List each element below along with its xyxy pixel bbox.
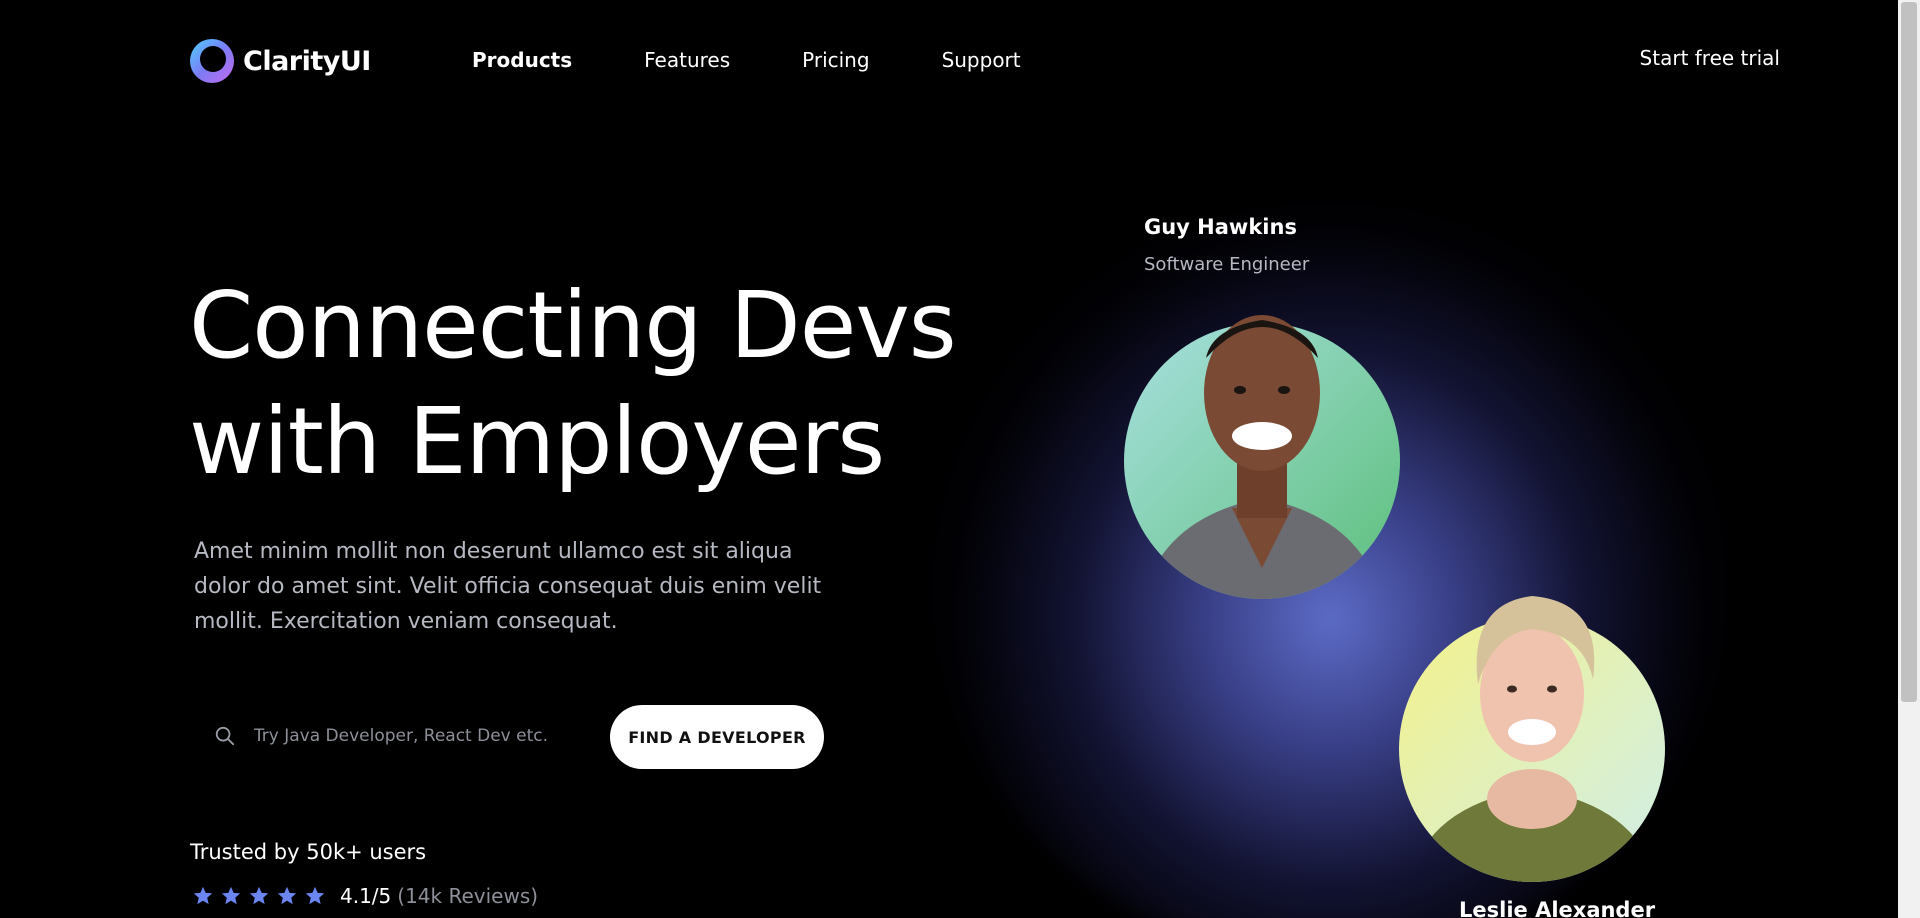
scrollbar-thumb[interactable]	[1901, 2, 1917, 702]
person-name: Guy Hawkins	[1144, 215, 1297, 239]
search-input[interactable]	[251, 725, 594, 747]
brand-name: ClarityUI	[243, 45, 371, 77]
hero-title: Connecting Devs with Employers	[189, 268, 989, 500]
avatar-leslie-alexander	[1399, 596, 1665, 882]
star-icon	[221, 886, 241, 905]
rating-value: 4.1/5	[340, 884, 392, 908]
search-icon	[215, 726, 235, 746]
star-icon	[193, 886, 213, 905]
avatar-guy-hawkins	[1124, 315, 1400, 599]
nav-link-features[interactable]: Features	[644, 48, 730, 72]
star-icon	[249, 886, 269, 905]
hero-title-line2: with Employers	[189, 388, 885, 495]
page-scrollbar[interactable]	[1898, 0, 1920, 918]
rating-reviews: (14k Reviews)	[397, 884, 539, 908]
landing-page: ClarityUI Products Features Pricing Supp…	[0, 0, 1920, 918]
star-icon	[277, 886, 297, 905]
rating: 4.1/5 (14k Reviews)	[192, 884, 538, 908]
developer-search	[194, 706, 594, 766]
start-free-trial-link[interactable]: Start free trial	[1640, 46, 1780, 70]
nav-link-products[interactable]: Products	[472, 48, 572, 72]
top-navigation: ClarityUI Products Features Pricing Supp…	[0, 0, 1898, 124]
star-icon	[305, 886, 325, 905]
clarityui-logo-icon	[190, 39, 234, 83]
nav-links: Products Features Pricing Support	[472, 48, 1093, 72]
hero-title-line1: Connecting Devs	[189, 272, 957, 379]
trusted-text: Trusted by 50k+ users	[190, 840, 427, 864]
hero-description: Amet minim mollit non deserunt ullamco e…	[194, 539, 822, 634]
find-developer-button[interactable]: FIND A DEVELOPER	[610, 705, 824, 769]
person-role: Software Engineer	[1144, 254, 1310, 275]
person-name: Leslie Alexander	[1459, 898, 1656, 918]
nav-link-pricing[interactable]: Pricing	[802, 48, 869, 72]
nav-link-support[interactable]: Support	[942, 48, 1021, 72]
brand-logo[interactable]: ClarityUI	[189, 38, 371, 84]
